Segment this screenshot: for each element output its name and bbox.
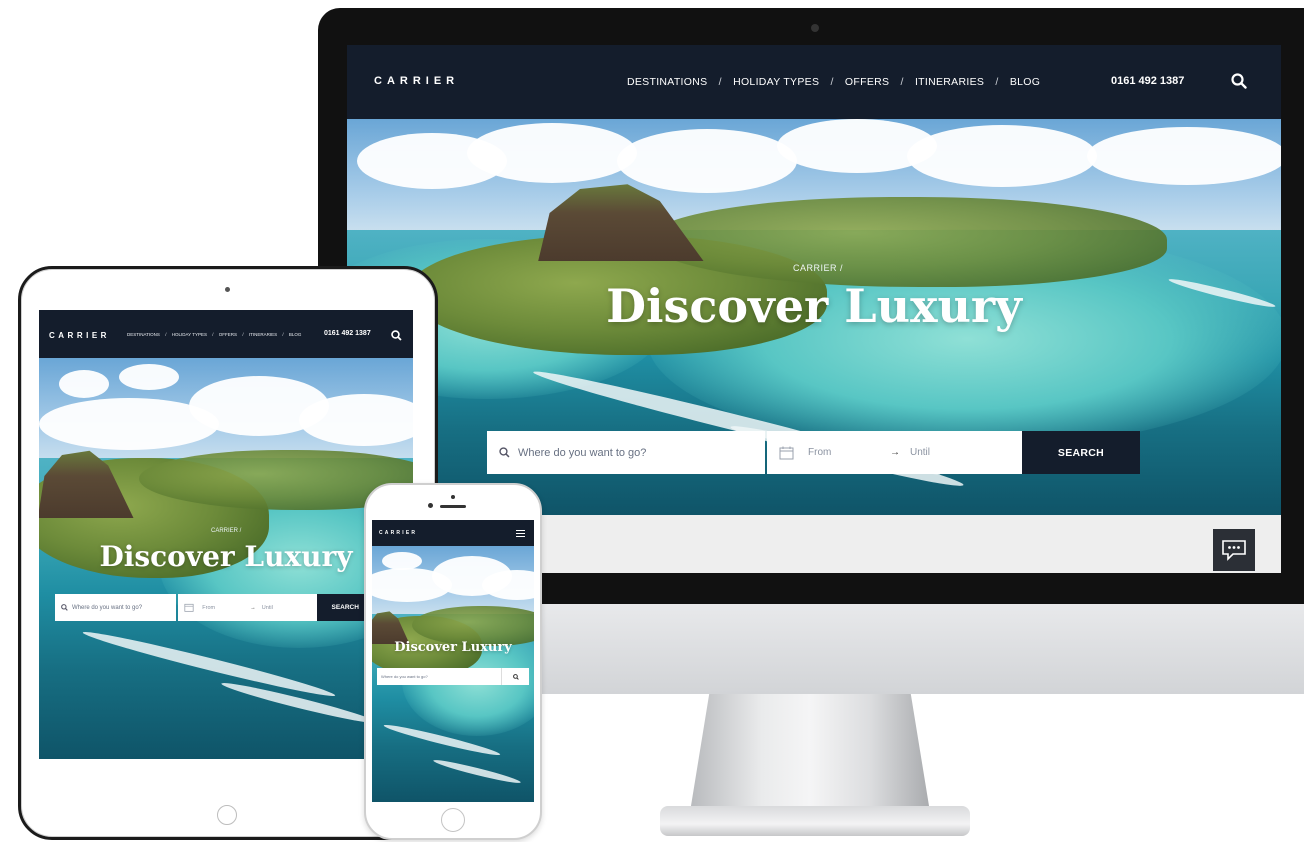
desktop-search-form: Where do you want to go? From → Until SE… bbox=[487, 431, 1141, 474]
arrow-right-icon: → bbox=[890, 447, 900, 458]
destination-placeholder: Where do you want to go? bbox=[518, 446, 647, 459]
tablet-search-form: Where do you want to go? From → Until SE… bbox=[55, 594, 413, 621]
desktop-camera bbox=[811, 24, 819, 32]
desktop-header: CARRIER DESTINATIONS / HOLIDAY TYPES / O… bbox=[347, 45, 1281, 119]
search-button[interactable] bbox=[501, 668, 529, 685]
destination-input[interactable]: Where do you want to go? bbox=[377, 668, 501, 685]
nav-separator: / bbox=[165, 332, 167, 337]
tablet-screen: CARRIER DESTINATIONS / HOLIDAY TYPES / O… bbox=[39, 310, 413, 776]
tablet-phone-number[interactable]: 0161 492 1387 bbox=[324, 330, 371, 337]
destination-input[interactable]: Where do you want to go? bbox=[487, 431, 765, 474]
search-icon[interactable] bbox=[391, 330, 402, 341]
tablet-header: CARRIER DESTINATIONS / HOLIDAY TYPES / O… bbox=[39, 310, 413, 358]
desktop-breadcrumb[interactable]: CARRIER / bbox=[793, 263, 843, 273]
phone-sensor bbox=[451, 495, 455, 499]
search-button[interactable]: SEARCH bbox=[1022, 431, 1140, 474]
search-icon bbox=[61, 604, 68, 611]
nav-separator: / bbox=[282, 332, 284, 337]
nav-separator: / bbox=[995, 76, 999, 88]
nav-item-destinations[interactable]: DESTINATIONS bbox=[627, 76, 707, 88]
mobile-hero-image: Discover Luxury Where do you want to go? bbox=[372, 546, 534, 807]
nav-item-destinations[interactable]: DESTINATIONS bbox=[127, 332, 160, 337]
nav-separator: / bbox=[830, 76, 834, 88]
nav-item-itineraries[interactable]: ITINERARIES bbox=[249, 332, 277, 337]
nav-item-itineraries[interactable]: ITINERARIES bbox=[915, 76, 984, 88]
nav-separator: / bbox=[718, 76, 722, 88]
date-range-input[interactable]: From → Until bbox=[178, 594, 318, 621]
desktop-hero-title: Discover Luxury bbox=[606, 279, 1022, 333]
tablet-breadcrumb[interactable]: CARRIER / bbox=[211, 528, 241, 534]
phone-home-button bbox=[441, 808, 465, 832]
hamburger-menu-icon[interactable] bbox=[516, 530, 525, 537]
desktop-stand bbox=[690, 694, 930, 812]
arrow-right-icon: → bbox=[250, 604, 256, 611]
desktop-phone-number[interactable]: 0161 492 1387 bbox=[1111, 75, 1184, 87]
search-icon bbox=[512, 673, 519, 680]
calendar-icon bbox=[779, 446, 794, 459]
date-range-input[interactable]: From → Until bbox=[767, 431, 1022, 474]
until-date-field[interactable]: Until bbox=[910, 447, 930, 458]
destination-input[interactable]: Where do you want to go? bbox=[55, 594, 177, 621]
tablet-hero-image: CARRIER / Discover Luxury Where do you w… bbox=[39, 358, 413, 776]
until-date-field[interactable]: Until bbox=[262, 605, 273, 611]
tablet-main-nav: DESTINATIONS / HOLIDAY TYPES / OFFERS / … bbox=[127, 332, 301, 337]
search-icon bbox=[499, 447, 510, 458]
nav-separator: / bbox=[212, 332, 214, 337]
tablet-home-button bbox=[217, 805, 237, 825]
tablet-hero-title: Discover Luxury bbox=[99, 540, 353, 573]
from-date-field[interactable]: From bbox=[808, 447, 890, 458]
nav-item-holiday-types[interactable]: HOLIDAY TYPES bbox=[733, 76, 819, 88]
calendar-icon bbox=[184, 603, 194, 612]
nav-item-offers[interactable]: OFFERS bbox=[219, 332, 237, 337]
phone-camera bbox=[428, 503, 433, 508]
desktop-hero-image: CARRIER / Discover Luxury Where do you w… bbox=[347, 119, 1281, 515]
nav-item-holiday-types[interactable]: HOLIDAY TYPES bbox=[172, 332, 207, 337]
mobile-hero-title: Discover Luxury bbox=[394, 640, 512, 655]
phone-speaker bbox=[440, 505, 466, 508]
nav-item-blog[interactable]: BLOG bbox=[289, 332, 302, 337]
nav-separator: / bbox=[900, 76, 904, 88]
desktop-main-nav: DESTINATIONS / HOLIDAY TYPES / OFFERS / … bbox=[627, 76, 1040, 88]
chat-icon[interactable] bbox=[1213, 529, 1255, 571]
tablet-camera bbox=[225, 287, 230, 292]
mobile-screen: CARRIER Discover Luxury Where do you wan… bbox=[372, 520, 534, 807]
search-icon[interactable] bbox=[1231, 73, 1247, 89]
from-date-field[interactable]: From bbox=[202, 605, 250, 611]
tablet-logo[interactable]: CARRIER bbox=[49, 331, 110, 340]
nav-item-blog[interactable]: BLOG bbox=[1010, 76, 1040, 88]
nav-separator: / bbox=[242, 332, 244, 337]
desktop-stand-foot bbox=[660, 806, 970, 836]
destination-placeholder: Where do you want to go? bbox=[72, 604, 143, 611]
nav-item-offers[interactable]: OFFERS bbox=[845, 76, 889, 88]
desktop-logo[interactable]: CARRIER bbox=[374, 75, 459, 87]
mobile-logo[interactable]: CARRIER bbox=[379, 530, 417, 536]
destination-placeholder: Where do you want to go? bbox=[381, 674, 428, 679]
mobile-header: CARRIER bbox=[372, 520, 534, 546]
